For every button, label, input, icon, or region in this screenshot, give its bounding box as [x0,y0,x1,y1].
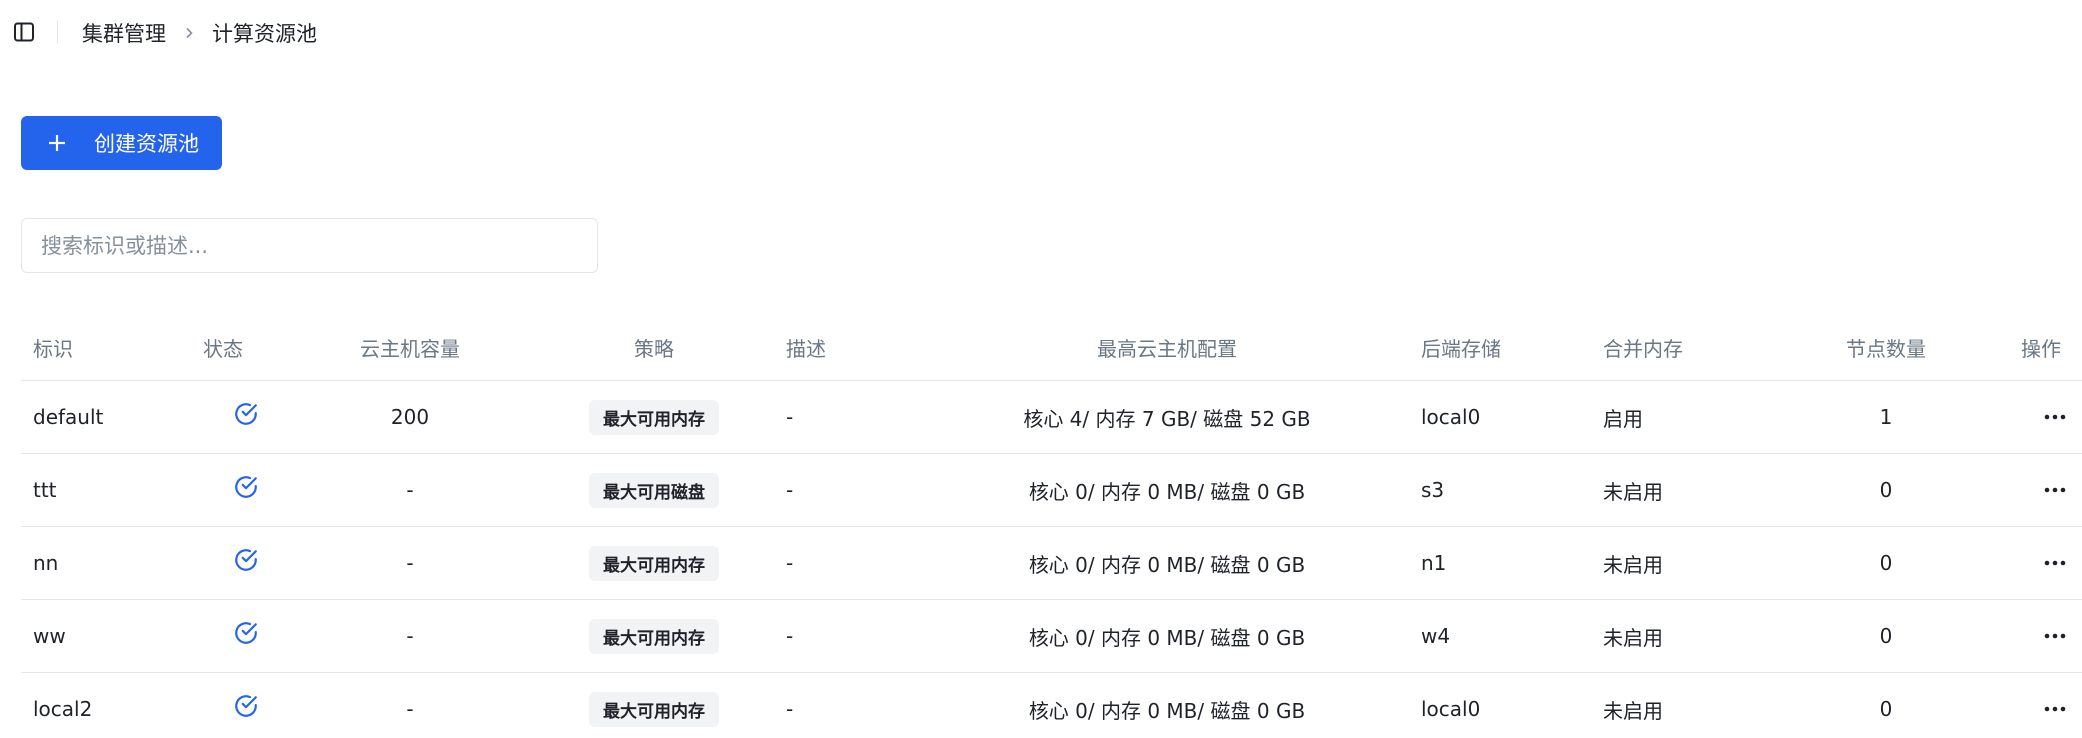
header-id: 标识 [33,337,73,361]
more-icon[interactable] [2041,622,2069,650]
table-row[interactable]: local2 - 最大可用内存 - 核心 0/ 内存 0 MB/ 磁盘 0 GB… [21,673,2082,738]
cell-policy: 最大可用内存 [561,527,747,599]
cell-capacity: - [406,697,414,721]
policy-badge: 最大可用内存 [589,618,719,654]
more-icon[interactable] [2041,403,2069,431]
cell-ops [2021,673,2069,738]
create-pool-label: 创建资源池 [94,133,199,156]
cell-status [203,454,259,526]
header-backend: 后端存储 [1421,337,1501,361]
cell-backend: n1 [1421,551,1447,575]
cell-capacity: 200 [390,405,430,429]
header-capacity: 云主机容量 [360,337,460,361]
cell-capacity: - [406,624,414,648]
chevron-right-icon [182,26,196,40]
policy-badge: 最大可用内存 [589,399,719,435]
header-max-config: 最高云主机配置 [1097,337,1237,361]
cell-ops [2021,381,2069,453]
cell-max-config: 核心 0/ 内存 0 MB/ 磁盘 0 GB [1028,552,1306,577]
cell-desc: - [786,697,794,721]
check-circle-icon [235,622,257,644]
table-row[interactable]: default 200 最大可用内存 - 核心 4/ 内存 7 GB/ 磁盘 5… [21,381,2082,454]
cell-merge: 未启用 [1603,698,1663,723]
policy-badge: 最大可用内存 [589,691,719,727]
header-ops: 操作 [2021,337,2061,361]
cell-backend: w4 [1421,624,1451,648]
header-merge: 合并内存 [1603,337,1683,361]
cell-nodes: 1 [1879,405,1893,429]
cell-max-config: 核心 0/ 内存 0 MB/ 磁盘 0 GB [1028,625,1306,650]
cell-ops [2021,454,2069,526]
cell-status [203,381,259,453]
cell-merge: 未启用 [1603,479,1663,504]
sidebar-toggle-icon[interactable] [12,20,36,44]
check-circle-icon [235,549,257,571]
cell-capacity: - [406,551,414,575]
cell-merge: 未启用 [1603,552,1663,577]
plus-icon [46,132,68,154]
cell-ops [2021,600,2069,672]
search-box [21,218,598,273]
header-policy: 策略 [634,337,674,361]
divider [57,20,58,44]
table-row[interactable]: nn - 最大可用内存 - 核心 0/ 内存 0 MB/ 磁盘 0 GB n1 … [21,527,2082,600]
resource-pool-table: 标识 状态 云主机容量 策略 描述 最高云主机配置 后端存储 合并内存 节点数量… [21,314,2082,738]
table-row[interactable]: ttt - 最大可用磁盘 - 核心 0/ 内存 0 MB/ 磁盘 0 GB s3… [21,454,2082,527]
policy-badge: 最大可用磁盘 [589,472,719,508]
cell-nodes: 0 [1879,624,1893,648]
cell-nodes: 0 [1879,697,1893,721]
cell-id: local2 [33,697,93,721]
cell-backend: local0 [1421,405,1481,429]
cell-policy: 最大可用内存 [561,381,747,453]
header-status: 状态 [203,337,243,361]
cell-nodes: 0 [1879,478,1893,502]
cell-backend: s3 [1421,478,1445,502]
cell-desc: - [786,624,794,648]
cell-max-config: 核心 4/ 内存 7 GB/ 磁盘 52 GB [1023,406,1311,431]
breadcrumb-compute-pool: 计算资源池 [212,22,317,46]
cell-merge: 启用 [1603,406,1643,431]
check-circle-icon [235,403,257,425]
search-input[interactable] [22,219,597,272]
cell-policy: 最大可用内存 [561,673,747,738]
cell-status [203,527,259,599]
breadcrumb-cluster-management[interactable]: 集群管理 [82,18,166,48]
cell-merge: 未启用 [1603,625,1663,650]
cell-ops [2021,527,2069,599]
more-icon[interactable] [2041,476,2069,504]
cell-id: ttt [33,478,57,502]
table-header: 标识 状态 云主机容量 策略 描述 最高云主机配置 后端存储 合并内存 节点数量… [21,314,2082,381]
table-row[interactable]: ww - 最大可用内存 - 核心 0/ 内存 0 MB/ 磁盘 0 GB w4 … [21,600,2082,673]
header-desc: 描述 [786,337,826,361]
cell-nodes: 0 [1879,551,1893,575]
cell-policy: 最大可用磁盘 [561,454,747,526]
top-bar: 集群管理 计算资源池 [0,0,2082,64]
cell-desc: - [786,478,794,502]
cell-id: default [33,405,104,429]
breadcrumb: 集群管理 计算资源池 [82,18,317,48]
header-nodes: 节点数量 [1846,337,1926,361]
cell-status [203,673,259,738]
check-circle-icon [235,476,257,498]
cell-id: ww [33,624,66,648]
cell-desc: - [786,551,794,575]
cell-max-config: 核心 0/ 内存 0 MB/ 磁盘 0 GB [1028,698,1306,723]
policy-badge: 最大可用内存 [589,545,719,581]
create-pool-button[interactable]: 创建资源池 [21,116,222,170]
cell-capacity: - [406,478,414,502]
cell-max-config: 核心 0/ 内存 0 MB/ 磁盘 0 GB [1028,479,1306,504]
more-icon[interactable] [2041,695,2069,723]
cell-backend: local0 [1421,697,1481,721]
cell-id: nn [33,551,59,575]
cell-status [203,600,259,672]
cell-desc: - [786,405,794,429]
cell-policy: 最大可用内存 [561,600,747,672]
more-icon[interactable] [2041,549,2069,577]
check-circle-icon [235,695,257,717]
